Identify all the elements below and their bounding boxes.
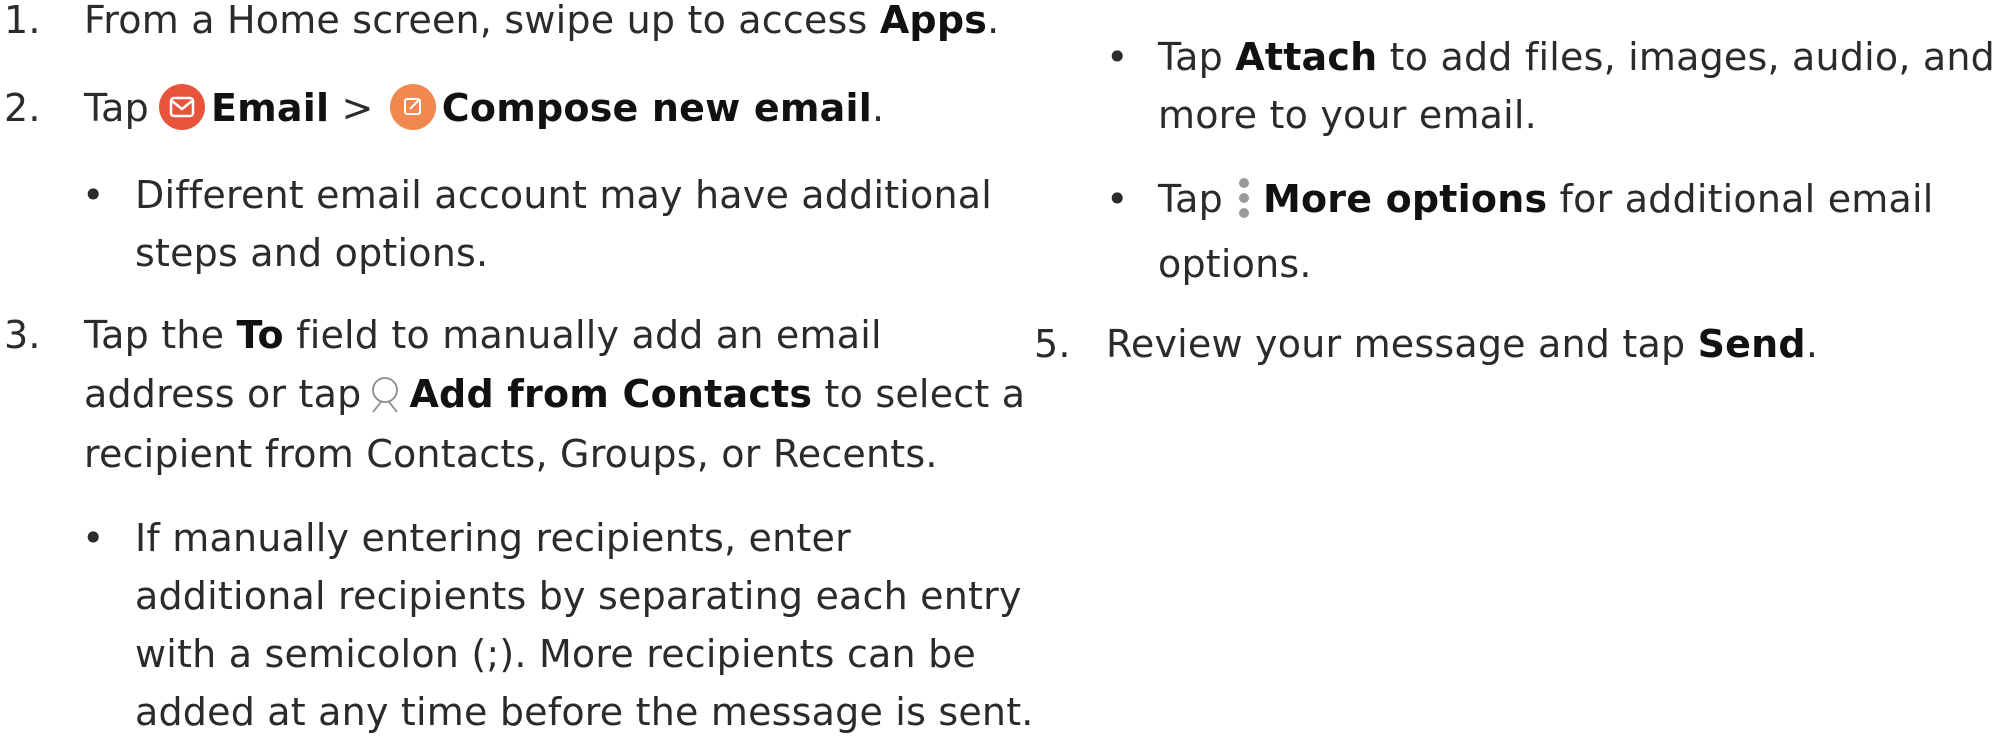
attach-post: to add files, images, audio, and xyxy=(1377,35,1995,79)
step-3-l1-post: field to manually add an email xyxy=(283,313,882,357)
contact-icon xyxy=(367,372,403,418)
step-5-post: . xyxy=(1805,322,1819,366)
step-3-l2-pre: address or tap xyxy=(84,372,362,416)
email-label: Email xyxy=(210,86,330,130)
attach-label: Attach xyxy=(1235,35,1378,79)
step-3-bullet-line-3: with a semicolon (;). More recipients ca… xyxy=(135,632,976,676)
step-2-bullet-line-1: Different email account may have additio… xyxy=(135,173,993,217)
more-options-bullet-line-1: Tap More options for additional email xyxy=(1158,169,1934,229)
step-1-post: . xyxy=(987,0,1000,42)
bullet-dot: • xyxy=(1106,35,1129,79)
more-options-icon xyxy=(1235,175,1253,221)
step-2-bullet-line-2: steps and options. xyxy=(135,231,489,275)
more-pre: Tap xyxy=(1158,177,1223,221)
bullet-dot: • xyxy=(1106,177,1129,221)
step-2-number: 2. xyxy=(4,86,41,130)
step-3-bullet-line-1: If manually entering recipients, enter xyxy=(135,516,851,560)
step-1-pre: From a Home screen, swipe up to access xyxy=(84,0,880,42)
step-2-post: . xyxy=(871,86,885,130)
more-post: for additional email xyxy=(1547,177,1934,221)
step-2-pre: Tap xyxy=(84,86,149,130)
compose-icon xyxy=(389,83,436,130)
attach-bullet-line-2: more to your email. xyxy=(1158,93,1537,137)
more-options-label: More options xyxy=(1262,177,1548,221)
step-3-bullet-line-4: added at any time before the message is … xyxy=(135,690,1034,734)
bullet-dot: • xyxy=(82,173,105,217)
apps-label: Apps xyxy=(879,0,988,42)
add-from-contacts-label: Add from Contacts xyxy=(409,372,813,416)
send-label: Send xyxy=(1697,322,1806,366)
step-3-line-1: Tap the To field to manually add an emai… xyxy=(84,305,882,365)
bullet-dot: • xyxy=(82,516,105,560)
step-3-l1-pre: Tap the xyxy=(84,313,237,357)
attach-pre: Tap xyxy=(1158,35,1236,79)
step-1-text: From a Home screen, swipe up to access A… xyxy=(84,0,999,50)
step-3-line-3: recipient from Contacts, Groups, or Rece… xyxy=(84,432,938,476)
step-2-separator: > xyxy=(329,86,386,130)
step-5-pre: Review your message and tap xyxy=(1106,322,1698,366)
attach-bullet-line-1: Tap Attach to add files, images, audio, … xyxy=(1158,27,1995,87)
step-3-bullet-line-2: additional recipients by separating each… xyxy=(135,574,1022,618)
step-2-text: Tap Email > Compose new email. xyxy=(84,78,884,138)
email-app-icon xyxy=(158,83,205,130)
step-3-line-2: address or tap Add from Contacts to selec… xyxy=(84,364,1025,424)
compose-new-email-label: Compose new email xyxy=(441,86,872,130)
step-5-number: 5. xyxy=(1034,322,1071,366)
step-3-number: 3. xyxy=(4,313,41,357)
step-1-number: 1. xyxy=(4,0,41,42)
to-field-label: To xyxy=(236,313,284,357)
step-5-text: Review your message and tap Send. xyxy=(1106,314,1818,374)
more-options-bullet-line-2: options. xyxy=(1158,242,1312,286)
step-3-l2-post: to select a xyxy=(812,372,1026,416)
